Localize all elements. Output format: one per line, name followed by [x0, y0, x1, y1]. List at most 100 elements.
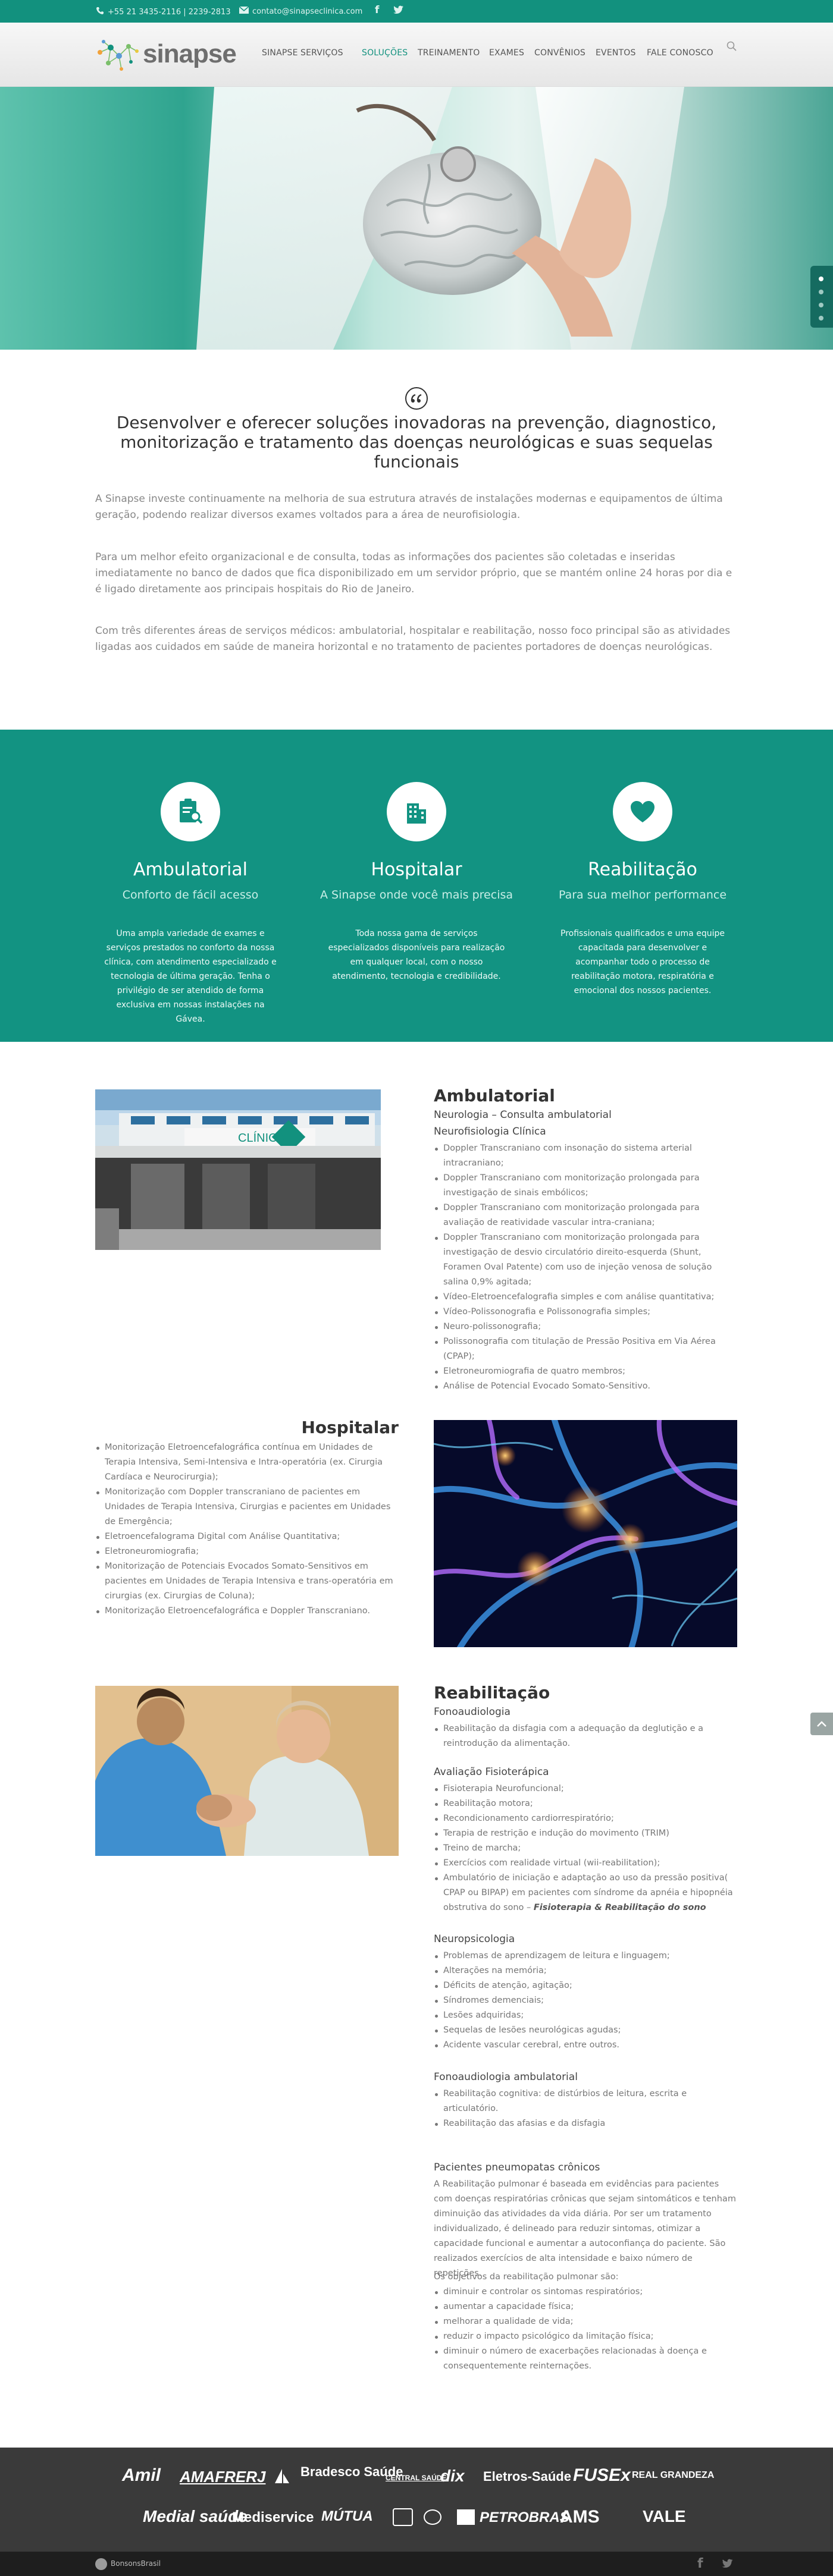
- partner-logo: AMS: [560, 2507, 600, 2527]
- neurons-image: [434, 1420, 737, 1647]
- services-band: Ambulatorial Conforto de fácil acesso Um…: [0, 730, 833, 1042]
- list-item: Reabilitação cognitiva: de distúrbios de…: [434, 2087, 737, 2116]
- partner-logo: MÚTUA: [321, 2508, 373, 2524]
- list-item-bold: Fisioterapia & Reabilitação do sono: [533, 1903, 706, 1912]
- partner-logo: FUSEx: [573, 2465, 631, 2485]
- nav-eventos[interactable]: EVENTOS: [596, 48, 636, 58]
- back-to-top-button[interactable]: [810, 1713, 833, 1735]
- list-item: reduzir o impacto psicológico da limitaç…: [434, 2329, 737, 2344]
- logo-icon[interactable]: [95, 34, 143, 75]
- service-title: Reabilitação: [588, 859, 697, 880]
- fisio-list: Fisioterapia Neurofuncional; Reabilitaçã…: [434, 1782, 737, 1915]
- list-item: Fisioterapia Neurofuncional;: [434, 1782, 737, 1796]
- list-item: Vídeo-Polissonografia e Polissonografia …: [434, 1305, 737, 1320]
- hero-banner: [0, 87, 833, 350]
- nav-treinamento[interactable]: TREINAMENTO: [418, 48, 480, 58]
- neuro-title: Neuropsicologia: [434, 1933, 515, 1945]
- list-item: Doppler Transcraniano com monitorização …: [434, 1171, 737, 1201]
- list-item: Exercícios com realidade virtual (wii-re…: [434, 1856, 737, 1871]
- list-item: Reabilitação motora;: [434, 1796, 737, 1811]
- email-text: contato@sinapseclinica.com: [252, 7, 363, 16]
- list-item: Doppler Transcraniano com monitorização …: [434, 1201, 737, 1230]
- partner-logo: CENTRAL SAÚDE: [386, 2474, 447, 2482]
- list-item: Monitorização com Doppler transcraniano …: [95, 1485, 399, 1529]
- nav-convenios[interactable]: CONVÊNIOS: [534, 48, 585, 58]
- ambulatorial-title: Ambulatorial: [434, 1086, 555, 1105]
- list-item: Reabilitação da disfagia com a adequação…: [434, 1721, 737, 1751]
- list-item: Terapia de restrição e indução do movime…: [434, 1826, 737, 1841]
- search-icon[interactable]: [726, 41, 737, 54]
- nav-exames[interactable]: EXAMES: [489, 48, 524, 58]
- list-item: Polissonografia com titulação de Pressão…: [434, 1334, 737, 1364]
- email-contact[interactable]: contato@sinapseclinica.com: [239, 6, 363, 16]
- list-item: Lesões adquiridas;: [434, 2008, 737, 2023]
- facebook-icon[interactable]: f: [697, 2556, 703, 2571]
- slider-dot[interactable]: [819, 316, 823, 321]
- fisio-title: Avaliação Fisioterápica: [434, 1766, 549, 1778]
- sail-logo-icon: [273, 2468, 290, 2488]
- list-item: Problemas de aprendizagem de leitura e l…: [434, 1949, 737, 1964]
- list-item: Doppler Transcraniano com insonação do s…: [434, 1141, 737, 1171]
- envelope-icon: [239, 6, 249, 16]
- twitter-icon[interactable]: [721, 2559, 733, 2571]
- pneumo-title: Pacientes pneumopatas crônicos: [434, 2162, 600, 2173]
- intro-heading: Desenvolver e oferecer soluções inovador…: [116, 413, 717, 472]
- list-item: Síndromes demenciais;: [434, 1993, 737, 2008]
- objectives-title: Os objetivos da reabilitação pulmonar sã…: [434, 2272, 619, 2282]
- footer-brand[interactable]: BonsonsBrasil: [111, 2559, 161, 2568]
- list-item: Vídeo-Eletroencefalografia simples e com…: [434, 1290, 737, 1305]
- list-item: Acidente vascular cerebral, entre outros…: [434, 2038, 737, 2053]
- list-item: Déficits de atenção, agitação;: [434, 1978, 737, 1993]
- list-item: Ambulatório de iniciação e adaptação ao …: [434, 1871, 737, 1915]
- service-ambulatorial[interactable]: Ambulatorial Conforto de fácil acesso Um…: [89, 730, 292, 1026]
- list-item: Recondicionamento cardiorrespiratório;: [434, 1811, 737, 1826]
- service-reabilitacao[interactable]: Reabilitação Para sua melhor performance…: [541, 730, 744, 998]
- fonoamb-title: Fonoaudiologia ambulatorial: [434, 2071, 578, 2083]
- service-title: Ambulatorial: [133, 859, 248, 880]
- building-icon: [387, 782, 446, 841]
- service-title: Hospitalar: [371, 859, 462, 880]
- list-item: Monitorização Eletroencefalográfica e Do…: [95, 1604, 399, 1619]
- nav-fale-conosco[interactable]: FALE CONOSCO: [647, 48, 713, 58]
- slider-dot[interactable]: [819, 303, 823, 307]
- quote-icon: [405, 387, 428, 410]
- service-subtitle: Para sua melhor performance: [558, 888, 727, 901]
- partner-logo-icon: [424, 2509, 441, 2525]
- nav-solucoes[interactable]: SOLUÇÕES: [362, 48, 408, 58]
- slider-dot[interactable]: [819, 290, 823, 294]
- intro-paragraph-3: Com três diferentes áreas de serviços mé…: [95, 625, 731, 653]
- clinic-photo: CLÍNICA: [95, 1089, 381, 1250]
- ambulatorial-list: Doppler Transcraniano com insonação do s…: [434, 1141, 737, 1394]
- partner-logo: dix: [440, 2467, 465, 2485]
- service-text: Uma ampla variedade de exames e serviços…: [104, 929, 277, 1024]
- partner-logo-icon: [393, 2508, 413, 2526]
- service-hospitalar[interactable]: Hospitalar A Sinapse onde você mais prec…: [315, 730, 518, 984]
- intro-paragraph-2: Para um melhor efeito organizacional e d…: [95, 551, 732, 595]
- ambulatorial-subtitle-2: Neurofisiologia Clínica: [434, 1126, 546, 1138]
- list-item: diminuir e controlar os sintomas respira…: [434, 2285, 737, 2299]
- logo-text[interactable]: sinapse: [143, 39, 237, 69]
- nav-servicos[interactable]: SERVIÇOS: [300, 48, 343, 58]
- hospitalar-list: Monitorização Eletroencefalográfica cont…: [95, 1440, 399, 1619]
- slider-dot[interactable]: [819, 277, 823, 281]
- heart-icon: [613, 782, 672, 841]
- list-item: Monitorização Eletroencefalográfica cont…: [95, 1440, 399, 1485]
- list-item: Reabilitação das afasias e da disfagia: [434, 2116, 737, 2131]
- list-item: Eletroneuromiografia;: [95, 1544, 399, 1559]
- partner-logo: REAL GRANDEZA: [632, 2470, 715, 2480]
- twitter-icon[interactable]: [393, 5, 403, 17]
- list-item: melhorar a qualidade de vida;: [434, 2314, 737, 2329]
- facebook-icon[interactable]: f: [375, 4, 379, 16]
- nav-sinapse[interactable]: SINAPSE: [262, 48, 298, 58]
- service-text: Toda nossa gama de serviços especializad…: [328, 929, 505, 981]
- list-item: aumentar a capacidade física;: [434, 2299, 737, 2314]
- phone-contact[interactable]: +55 21 3435-2116 | 2239-2813: [96, 7, 231, 17]
- service-text: Profissionais qualificados e uma equipe …: [560, 929, 725, 995]
- list-item: Análise de Potencial Evocado Somato-Sens…: [434, 1379, 737, 1394]
- list-item: Eletroneuromiografia de quatro membros;: [434, 1364, 737, 1379]
- partner-logo: Mediservice: [232, 2509, 314, 2525]
- site-footer: BonsonsBrasil f: [0, 2552, 833, 2576]
- list-item: Sequelas de lesões neurológicas agudas;: [434, 2023, 737, 2038]
- hero-image: [196, 87, 684, 350]
- list-item: diminuir o número de exacerbações relaci…: [434, 2344, 737, 2374]
